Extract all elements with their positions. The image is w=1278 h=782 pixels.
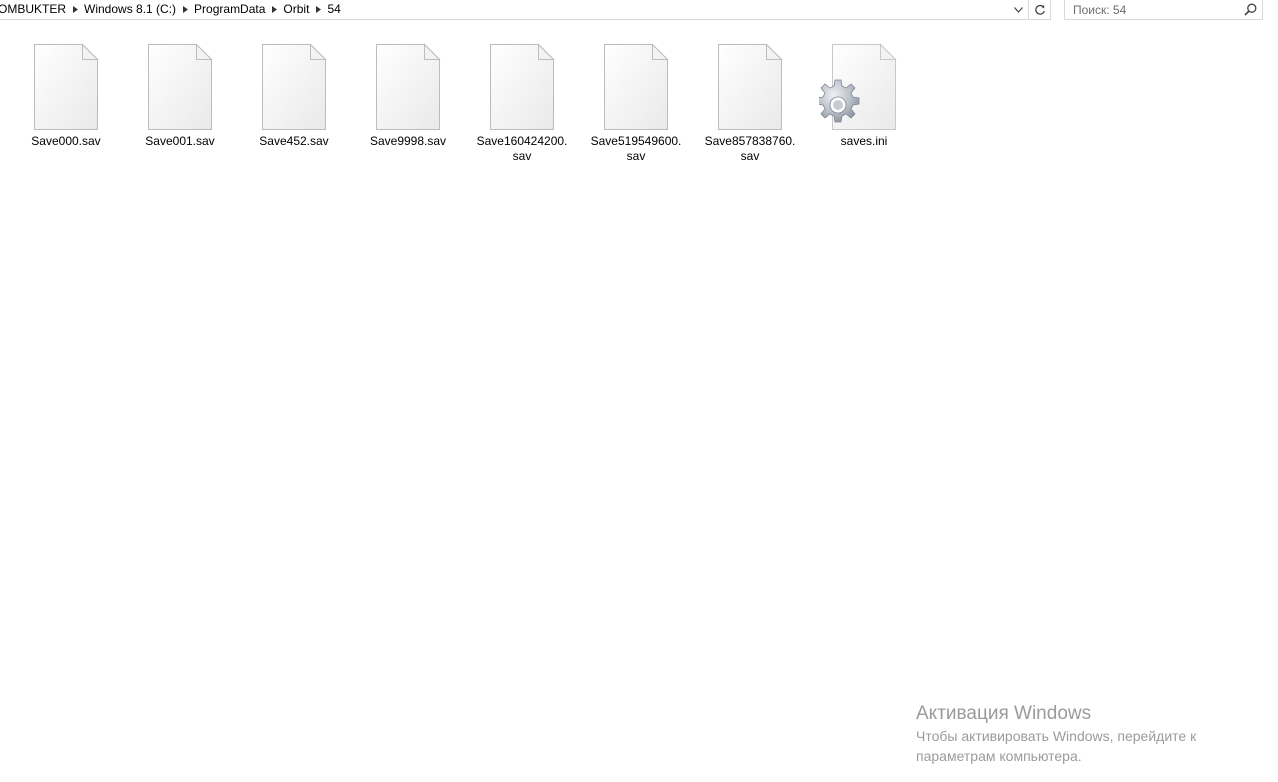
file-item-save001[interactable]: Save001.sav xyxy=(123,38,237,168)
address-bar[interactable]: ОМВUKTER Windows 8.1 (C:) ProgramData Or… xyxy=(0,0,1029,20)
blank-document-icon xyxy=(31,41,101,133)
activation-text: Чтобы активировать Windows, перейдите к … xyxy=(916,728,1197,764)
settings-document-icon xyxy=(819,41,899,133)
file-item-save857838760[interactable]: Save857838760.sav xyxy=(693,38,807,168)
activation-title: Активация Windows xyxy=(916,703,1092,724)
file-grid: Save000.sav Save001.sav Save452.sav Save… xyxy=(9,38,921,168)
address-history-dropdown[interactable] xyxy=(1008,0,1028,19)
file-name: Save000.sav xyxy=(31,134,101,148)
blank-document-icon xyxy=(145,41,215,133)
file-name: Save452.sav xyxy=(259,134,329,148)
file-item-save519549600[interactable]: Save519549600.sav xyxy=(579,38,693,168)
file-name: Save001.sav xyxy=(145,134,215,148)
blank-document-icon xyxy=(715,41,785,133)
breadcrumb-item-programdata[interactable]: ProgramData xyxy=(190,0,269,19)
file-item-saves-ini[interactable]: saves.ini xyxy=(807,38,921,168)
breadcrumb-item-54[interactable]: 54 xyxy=(323,0,344,19)
file-explorer-window: ОМВUKTER Windows 8.1 (C:) ProgramData Or… xyxy=(0,0,1278,782)
search-input[interactable] xyxy=(1065,0,1235,19)
breadcrumb-item-computer[interactable]: ОМВUKTER xyxy=(0,0,70,19)
refresh-button[interactable] xyxy=(1029,0,1051,20)
chevron-right-icon[interactable] xyxy=(70,0,80,19)
file-item-save452[interactable]: Save452.sav xyxy=(237,38,351,168)
chevron-right-icon[interactable] xyxy=(180,0,190,19)
file-name: Save160424200.sav xyxy=(476,134,568,163)
file-name: Save9998.sav xyxy=(369,134,447,148)
gear-icon xyxy=(819,79,860,123)
file-item-save9998[interactable]: Save9998.sav xyxy=(351,38,465,168)
file-name: Save857838760.sav xyxy=(704,134,796,163)
chevron-right-icon[interactable] xyxy=(313,0,323,19)
breadcrumb-item-orbit[interactable]: Orbit xyxy=(279,0,313,19)
blank-document-icon xyxy=(373,41,443,133)
windows-activation-watermark: Активация Windows Чтобы активировать Win… xyxy=(916,702,1246,766)
file-item-save160424200[interactable]: Save160424200.sav xyxy=(465,38,579,168)
chevron-down-icon xyxy=(1014,6,1023,13)
breadcrumb: ОМВUKTER Windows 8.1 (C:) ProgramData Or… xyxy=(0,0,345,19)
blank-document-icon xyxy=(601,41,671,133)
file-name: saves.ini xyxy=(840,134,888,148)
chevron-right-icon[interactable] xyxy=(269,0,279,19)
blank-document-icon xyxy=(259,41,329,133)
file-name: Save519549600.sav xyxy=(590,134,682,163)
breadcrumb-item-drive[interactable]: Windows 8.1 (C:) xyxy=(80,0,180,19)
file-item-save000[interactable]: Save000.sav xyxy=(9,38,123,168)
search-box[interactable] xyxy=(1064,0,1263,20)
refresh-icon xyxy=(1034,4,1045,15)
search-icon[interactable] xyxy=(1244,3,1257,16)
blank-document-icon xyxy=(487,41,557,133)
